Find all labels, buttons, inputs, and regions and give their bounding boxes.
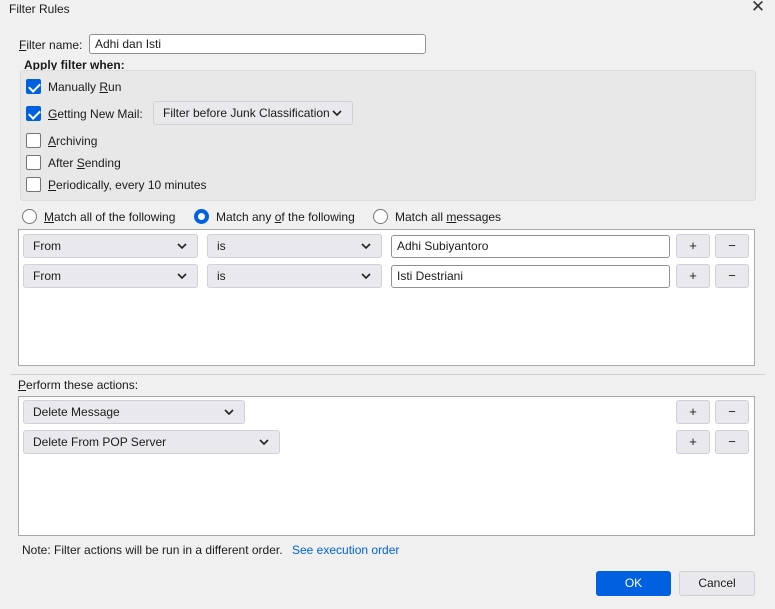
- action-value: Delete From POP Server: [33, 435, 167, 449]
- add-action-button[interactable]: +: [676, 430, 710, 454]
- archiving-label-post: rchiving: [56, 134, 98, 148]
- match-all-messages-pre: Match all: [395, 210, 447, 224]
- periodically-accesskey: P: [48, 178, 57, 192]
- match-all-messages-post: essages: [456, 210, 502, 224]
- getting-new-mail-checkbox[interactable]: [26, 106, 41, 121]
- after-sending-checkbox[interactable]: [26, 155, 41, 170]
- rule-field-value: From: [33, 269, 61, 283]
- filter-name-input[interactable]: Adhi dan Isti: [89, 34, 426, 54]
- match-all-accesskey: M: [44, 210, 54, 224]
- action-value: Delete Message: [33, 405, 120, 419]
- rule-value-input[interactable]: Adhi Subiyantoro: [391, 235, 670, 258]
- remove-action-button[interactable]: −: [715, 430, 749, 454]
- match-all-radio[interactable]: [22, 209, 37, 224]
- perform-actions-label: Perform these actions:: [18, 378, 138, 392]
- archiving-accesskey: A: [48, 134, 57, 148]
- getting-new-mail-label-post: etting New Mail:: [57, 107, 143, 121]
- filter-name-label: Filter name:: [19, 38, 82, 52]
- action-dropdown[interactable]: Delete Message: [23, 400, 245, 424]
- after-sending-accesskey: S: [76, 156, 85, 170]
- window-title: Filter Rules: [9, 2, 70, 16]
- execution-order-note: Note: Filter actions will be run in a di…: [22, 543, 283, 557]
- junk-classification-dropdown[interactable]: Filter before Junk Classification: [153, 101, 353, 125]
- match-all-messages-label[interactable]: Match all messages: [395, 210, 501, 224]
- getting-new-mail-label[interactable]: Getting New Mail:: [48, 107, 143, 121]
- add-rule-button[interactable]: +: [676, 264, 710, 288]
- rule-operator-value: is: [217, 239, 226, 253]
- chevron-down-icon: [361, 243, 371, 250]
- rule-value-input[interactable]: Isti Destriani: [391, 265, 670, 288]
- rule-field-dropdown[interactable]: From: [23, 264, 198, 288]
- match-all-messages-radio[interactable]: [373, 209, 388, 224]
- remove-action-button[interactable]: −: [715, 400, 749, 424]
- archiving-label[interactable]: Archiving: [48, 134, 97, 148]
- perform-actions-label-text: erform these actions:: [26, 378, 139, 392]
- chevron-down-icon: [177, 243, 187, 250]
- chevron-down-icon: [361, 273, 371, 280]
- match-all-label[interactable]: Match all of the following: [44, 210, 175, 224]
- ok-button[interactable]: OK: [596, 571, 671, 596]
- manually-run-label-post: un: [108, 80, 122, 94]
- periodically-label[interactable]: Periodically, every 10 minutes: [48, 178, 207, 192]
- rule-operator-dropdown[interactable]: is: [207, 234, 382, 258]
- close-icon[interactable]: ✕: [748, 0, 768, 18]
- cancel-button[interactable]: Cancel: [679, 571, 755, 596]
- manually-run-label-pre: Manually: [48, 80, 100, 94]
- chevron-down-icon: [332, 110, 342, 117]
- action-dropdown[interactable]: Delete From POP Server: [23, 430, 280, 454]
- match-all-label-post: atch all of the following: [54, 210, 176, 224]
- periodically-checkbox[interactable]: [26, 177, 41, 192]
- after-sending-label[interactable]: After Sending: [48, 156, 121, 170]
- getting-new-mail-accesskey: G: [48, 107, 58, 121]
- manually-run-checkbox[interactable]: [26, 79, 41, 94]
- match-all-messages-accesskey: m: [446, 210, 457, 224]
- remove-rule-button[interactable]: −: [715, 234, 749, 258]
- rule-field-dropdown[interactable]: From: [23, 234, 198, 258]
- after-sending-label-post: ending: [84, 156, 121, 170]
- add-action-button[interactable]: +: [676, 400, 710, 424]
- remove-rule-button[interactable]: −: [715, 264, 749, 288]
- title-bar: Filter Rules ✕: [0, 0, 775, 18]
- section-divider: [10, 374, 765, 375]
- match-any-label[interactable]: Match any of the following: [216, 210, 355, 224]
- rule-field-value: From: [33, 239, 61, 253]
- periodically-label-post: eriodically, every 10 minutes: [56, 178, 207, 192]
- rule-operator-value: is: [217, 269, 226, 283]
- rule-operator-dropdown[interactable]: is: [207, 264, 382, 288]
- after-sending-label-pre: After: [48, 156, 77, 170]
- perform-actions-accesskey: P: [18, 378, 27, 392]
- archiving-checkbox[interactable]: [26, 133, 41, 148]
- match-any-radio[interactable]: [194, 209, 209, 224]
- chevron-down-icon: [259, 439, 269, 446]
- manually-run-label[interactable]: Manually Run: [48, 80, 121, 94]
- manually-run-accesskey: R: [99, 80, 109, 94]
- see-execution-order-link[interactable]: See execution order: [292, 543, 399, 557]
- chevron-down-icon: [224, 409, 234, 416]
- match-any-label-post: f the following: [281, 210, 355, 224]
- chevron-down-icon: [177, 273, 187, 280]
- junk-classification-value: Filter before Junk Classification: [163, 106, 330, 120]
- match-any-label-pre: Match any: [216, 210, 275, 224]
- add-rule-button[interactable]: +: [676, 234, 710, 258]
- filter-name-label-text: ilter name:: [26, 38, 83, 52]
